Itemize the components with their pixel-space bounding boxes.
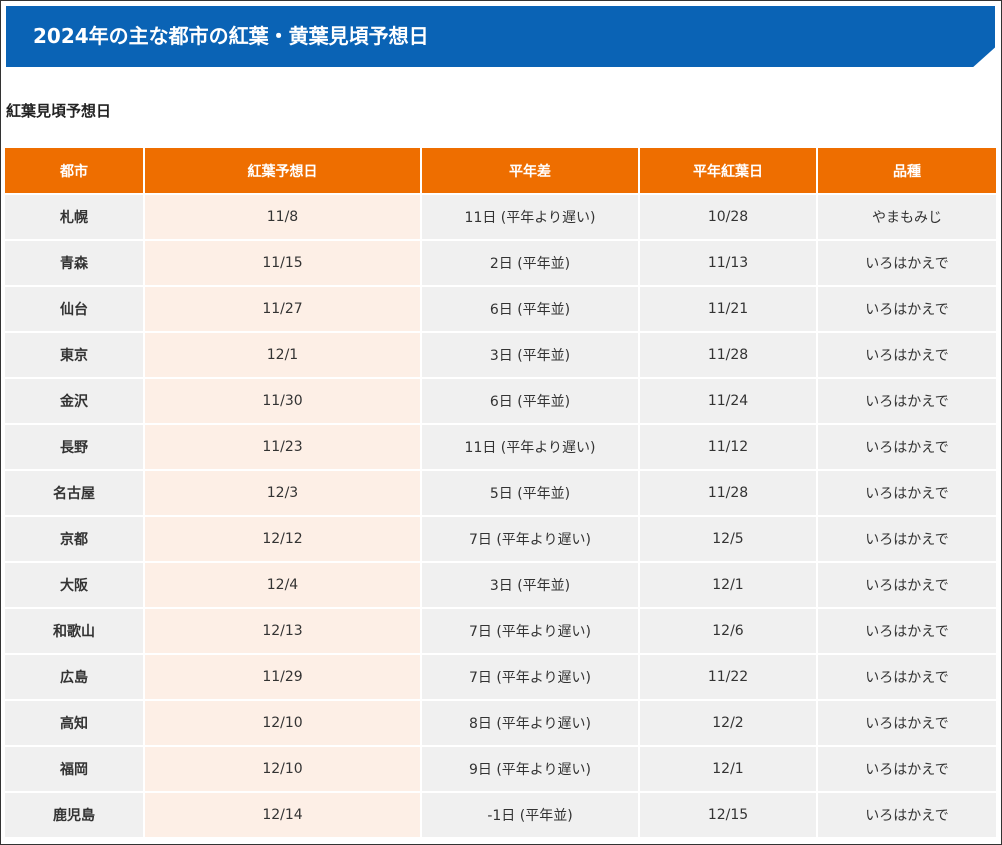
difference-cell: 5日 (平年並) <box>421 469 640 516</box>
normal-date-cell: 11/21 <box>639 285 818 332</box>
title-bar: 2024年の主な都市の紅葉・黄葉見頃予想日 <box>6 6 995 67</box>
variety-cell: いろはかえで <box>817 791 996 837</box>
variety-cell: いろはかえで <box>817 607 996 654</box>
difference-cell: 3日 (平年並) <box>421 561 640 608</box>
difference-cell: 9日 (平年より遅い) <box>421 745 640 792</box>
forecast-date-cell: 11/8 <box>144 193 422 240</box>
difference-cell: 6日 (平年並) <box>421 285 640 332</box>
forecast-date-cell: 11/27 <box>144 285 422 332</box>
column-header-normal-date: 平年紅葉日 <box>639 148 818 194</box>
normal-date-cell: 11/12 <box>639 423 818 470</box>
table-row: 東京 12/1 3日 (平年並) 11/28 いろはかえで <box>5 331 996 378</box>
forecast-date-cell: 11/30 <box>144 377 422 424</box>
normal-date-cell: 12/5 <box>639 515 818 562</box>
normal-date-cell: 12/2 <box>639 699 818 746</box>
difference-cell: 8日 (平年より遅い) <box>421 699 640 746</box>
city-cell: 金沢 <box>5 377 145 424</box>
city-cell: 仙台 <box>5 285 145 332</box>
city-cell: 高知 <box>5 699 145 746</box>
section-heading: 紅葉見頃予想日 <box>6 102 112 120</box>
variety-cell: いろはかえで <box>817 377 996 424</box>
normal-date-cell: 11/28 <box>639 331 818 378</box>
table-row: 京都 12/12 7日 (平年より遅い) 12/5 いろはかえで <box>5 515 996 562</box>
forecast-date-cell: 12/1 <box>144 331 422 378</box>
city-cell: 大阪 <box>5 561 145 608</box>
column-header-forecast-date: 紅葉予想日 <box>144 148 422 194</box>
city-cell: 名古屋 <box>5 469 145 516</box>
forecast-date-cell: 12/14 <box>144 791 422 837</box>
table-row: 金沢 11/30 6日 (平年並) 11/24 いろはかえで <box>5 377 996 424</box>
column-header-variety: 品種 <box>817 148 996 194</box>
city-cell: 京都 <box>5 515 145 562</box>
city-cell: 長野 <box>5 423 145 470</box>
variety-cell: いろはかえで <box>817 331 996 378</box>
variety-cell: いろはかえで <box>817 699 996 746</box>
table-row: 和歌山 12/13 7日 (平年より遅い) 12/6 いろはかえで <box>5 607 996 654</box>
city-cell: 東京 <box>5 331 145 378</box>
normal-date-cell: 10/28 <box>639 193 818 240</box>
variety-cell: いろはかえで <box>817 239 996 286</box>
difference-cell: 3日 (平年並) <box>421 331 640 378</box>
table-row: 仙台 11/27 6日 (平年並) 11/21 いろはかえで <box>5 285 996 332</box>
city-cell: 広島 <box>5 653 145 700</box>
table-row: 福岡 12/10 9日 (平年より遅い) 12/1 いろはかえで <box>5 745 996 792</box>
variety-cell: いろはかえで <box>817 561 996 608</box>
city-cell: 札幌 <box>5 193 145 240</box>
forecast-date-cell: 12/10 <box>144 699 422 746</box>
difference-cell: 11日 (平年より遅い) <box>421 423 640 470</box>
city-cell: 和歌山 <box>5 607 145 654</box>
table-row: 高知 12/10 8日 (平年より遅い) 12/2 いろはかえで <box>5 699 996 746</box>
variety-cell: いろはかえで <box>817 285 996 332</box>
variety-cell: やまもみじ <box>817 193 996 240</box>
table-body: 札幌 11/8 11日 (平年より遅い) 10/28 やまもみじ 青森 11/15 2日 (平… <box>5 193 996 837</box>
page-title: 2024年の主な都市の紅葉・黄葉見頃予想日 <box>33 24 429 48</box>
page-frame: 2024年の主な都市の紅葉・黄葉見頃予想日 紅葉見頃予想日 都市 紅葉予想日 平… <box>0 0 1002 845</box>
normal-date-cell: 11/22 <box>639 653 818 700</box>
table-row: 大阪 12/4 3日 (平年並) 12/1 いろはかえで <box>5 561 996 608</box>
normal-date-cell: 11/24 <box>639 377 818 424</box>
normal-date-cell: 12/1 <box>639 561 818 608</box>
forecast-table: 都市 紅葉予想日 平年差 平年紅葉日 品種 札幌 11/8 11日 (平年より遅い)… <box>5 148 996 837</box>
normal-date-cell: 12/15 <box>639 791 818 837</box>
forecast-date-cell: 12/13 <box>144 607 422 654</box>
forecast-date-cell: 12/12 <box>144 515 422 562</box>
difference-cell: 6日 (平年並) <box>421 377 640 424</box>
table-row: 名古屋 12/3 5日 (平年並) 11/28 いろはかえで <box>5 469 996 516</box>
table-row: 鹿児島 12/14 -1日 (平年並) 12/15 いろはかえで <box>5 791 996 837</box>
difference-cell: 11日 (平年より遅い) <box>421 193 640 240</box>
forecast-date-cell: 12/10 <box>144 745 422 792</box>
variety-cell: いろはかえで <box>817 653 996 700</box>
forecast-date-cell: 12/3 <box>144 469 422 516</box>
variety-cell: いろはかえで <box>817 469 996 516</box>
column-header-difference: 平年差 <box>421 148 640 194</box>
normal-date-cell: 11/13 <box>639 239 818 286</box>
difference-cell: -1日 (平年並) <box>421 791 640 837</box>
table-row: 札幌 11/8 11日 (平年より遅い) 10/28 やまもみじ <box>5 193 996 240</box>
difference-cell: 7日 (平年より遅い) <box>421 515 640 562</box>
header-row: 都市 紅葉予想日 平年差 平年紅葉日 品種 <box>5 148 996 194</box>
forecast-date-cell: 11/29 <box>144 653 422 700</box>
difference-cell: 7日 (平年より遅い) <box>421 653 640 700</box>
table-header: 都市 紅葉予想日 平年差 平年紅葉日 品種 <box>5 148 996 194</box>
table-row: 長野 11/23 11日 (平年より遅い) 11/12 いろはかえで <box>5 423 996 470</box>
normal-date-cell: 12/6 <box>639 607 818 654</box>
forecast-date-cell: 12/4 <box>144 561 422 608</box>
forecast-date-cell: 11/23 <box>144 423 422 470</box>
city-cell: 福岡 <box>5 745 145 792</box>
variety-cell: いろはかえで <box>817 515 996 562</box>
normal-date-cell: 12/1 <box>639 745 818 792</box>
table-row: 広島 11/29 7日 (平年より遅い) 11/22 いろはかえで <box>5 653 996 700</box>
normal-date-cell: 11/28 <box>639 469 818 516</box>
column-header-city: 都市 <box>5 148 145 194</box>
forecast-date-cell: 11/15 <box>144 239 422 286</box>
difference-cell: 7日 (平年より遅い) <box>421 607 640 654</box>
variety-cell: いろはかえで <box>817 745 996 792</box>
difference-cell: 2日 (平年並) <box>421 239 640 286</box>
variety-cell: いろはかえで <box>817 423 996 470</box>
table-row: 青森 11/15 2日 (平年並) 11/13 いろはかえで <box>5 239 996 286</box>
city-cell: 青森 <box>5 239 145 286</box>
city-cell: 鹿児島 <box>5 791 145 837</box>
